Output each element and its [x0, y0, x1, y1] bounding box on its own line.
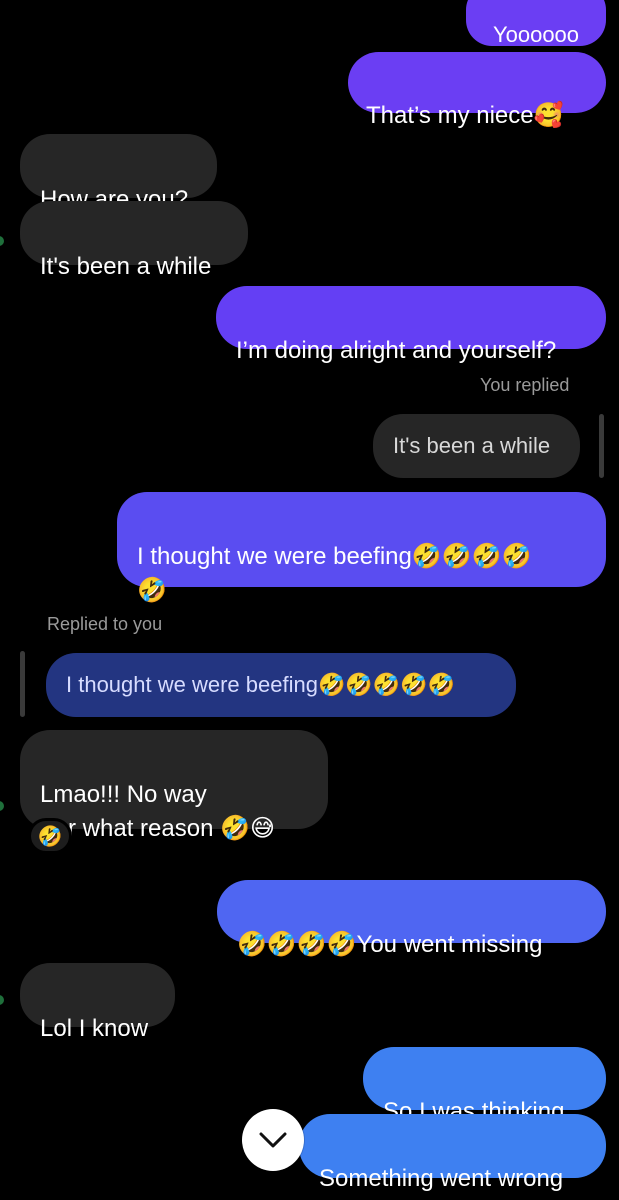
quoted-reply-bubble[interactable]: It's been a while	[373, 414, 580, 478]
reply-label: You replied	[480, 375, 570, 395]
avatar	[0, 995, 4, 1005]
quote-bar	[20, 651, 25, 717]
message-bubble-outgoing[interactable]: So I was thinking,	[363, 1047, 606, 1125]
message-bubble-outgoing[interactable]: That’s my niece🥰	[348, 52, 606, 129]
quoted-text: I thought we were beefing🤣🤣🤣🤣🤣	[66, 672, 455, 697]
reply-label: Replied to you	[47, 614, 163, 634]
message-bubble-outgoing-partial[interactable]: Yoooooo	[466, 0, 606, 46]
message-text: 🤣🤣🤣🤣You went missing	[237, 931, 543, 958]
quote-bar	[599, 414, 604, 478]
avatar	[0, 236, 4, 246]
message-text: I’m doing alright and yourself?	[236, 337, 557, 364]
message-bubble-incoming[interactable]: Lol I know	[20, 963, 175, 1042]
message-text: Something went wrong	[319, 1165, 564, 1192]
reaction-badge[interactable]: 🤣	[28, 818, 72, 854]
message-bubble-incoming[interactable]: Lmao!!! No way For what reason 🤣😅	[20, 730, 328, 842]
message-text: Yoooooo	[492, 22, 580, 46]
message-text: Lol I know	[40, 1015, 149, 1042]
message-bubble-incoming[interactable]: How are you?	[20, 134, 217, 213]
quoted-text: It's been a while	[393, 433, 551, 458]
message-text: I thought we were beefing🤣🤣🤣🤣 🤣	[137, 543, 532, 604]
message-text: Lmao!!! No way For what reason 🤣😅	[40, 781, 275, 842]
message-bubble-incoming[interactable]: It's been a while	[20, 201, 248, 280]
avatar	[0, 801, 4, 811]
chevron-down-icon	[259, 1132, 287, 1148]
message-text: It's been a while	[40, 253, 212, 280]
reaction-emoji: 🤣	[37, 825, 63, 848]
message-text: That’s my niece🥰	[366, 102, 564, 129]
scroll-to-bottom-button[interactable]	[242, 1109, 304, 1171]
message-bubble-outgoing[interactable]: Something went wrong	[299, 1114, 606, 1192]
message-bubble-outgoing[interactable]: 🤣🤣🤣🤣You went missing	[217, 880, 606, 958]
message-bubble-outgoing[interactable]: I’m doing alright and yourself?	[216, 286, 606, 364]
message-bubble-outgoing[interactable]: I thought we were beefing🤣🤣🤣🤣 🤣	[117, 492, 606, 604]
quoted-reply-bubble[interactable]: I thought we were beefing🤣🤣🤣🤣🤣	[46, 653, 516, 717]
